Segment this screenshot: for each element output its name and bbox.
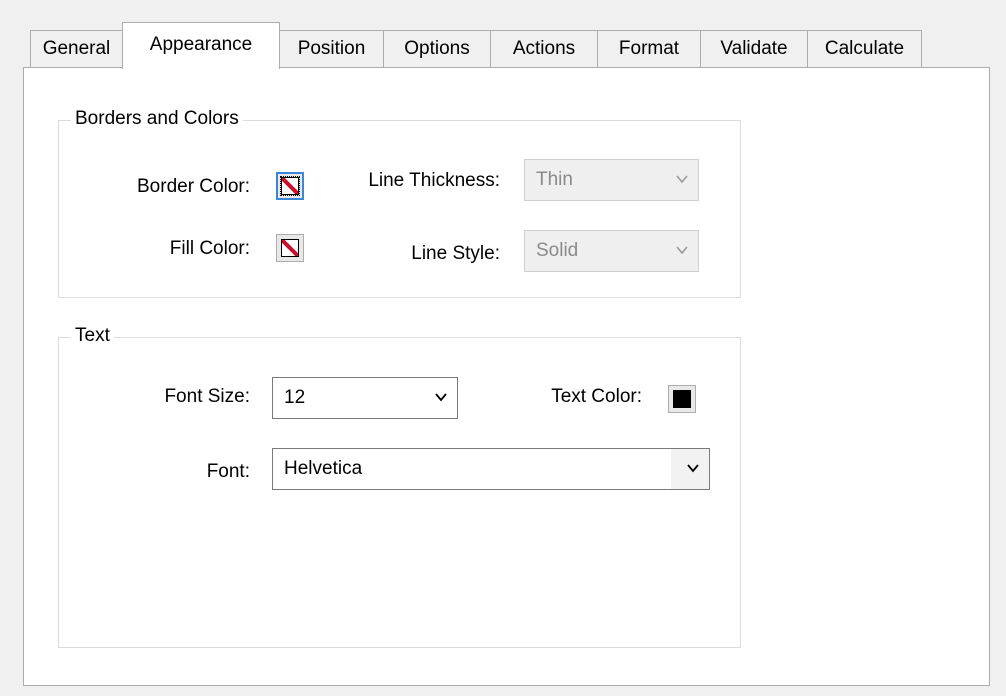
line-thickness-select: Thin — [524, 159, 699, 201]
line-style-select: Solid — [524, 230, 699, 272]
font-size-value: 12 — [284, 387, 306, 408]
borders-and-colors-title: Borders and Colors — [71, 108, 243, 130]
font-select[interactable]: Helvetica — [272, 448, 710, 490]
black-color-swatch-icon — [673, 390, 691, 408]
text-color-swatch[interactable] — [668, 385, 696, 413]
chevron-down-icon — [676, 246, 688, 255]
text-group-title: Text — [71, 325, 114, 347]
border-color-swatch[interactable] — [276, 172, 304, 200]
tab-general[interactable]: General — [30, 30, 123, 68]
tab-validate[interactable]: Validate — [700, 30, 808, 68]
chevron-down-icon — [676, 175, 688, 184]
tab-calculate[interactable]: Calculate — [807, 30, 922, 68]
tab-appearance[interactable]: Appearance — [122, 22, 280, 69]
text-color-label: Text Color: — [551, 386, 642, 407]
line-thickness-label: Line Thickness: — [368, 170, 500, 191]
chevron-down-icon — [687, 464, 699, 473]
tab-actions[interactable]: Actions — [490, 30, 598, 68]
tab-position[interactable]: Position — [279, 30, 384, 68]
font-value: Helvetica — [284, 458, 363, 479]
line-style-label: Line Style: — [411, 243, 500, 264]
no-color-swatch-icon — [280, 176, 300, 196]
no-color-swatch-icon — [281, 239, 299, 257]
tab-format[interactable]: Format — [597, 30, 701, 68]
fill-color-label: Fill Color: — [169, 238, 250, 259]
line-thickness-value: Thin — [536, 169, 573, 190]
font-size-select[interactable]: 12 — [272, 377, 458, 419]
tab-options[interactable]: Options — [383, 30, 491, 68]
font-size-label: Font Size: — [164, 386, 250, 407]
line-style-value: Solid — [536, 240, 579, 261]
font-label: Font: — [206, 461, 250, 482]
fill-color-swatch[interactable] — [276, 234, 304, 262]
chevron-down-icon — [435, 393, 447, 402]
border-color-label: Border Color: — [137, 176, 250, 197]
